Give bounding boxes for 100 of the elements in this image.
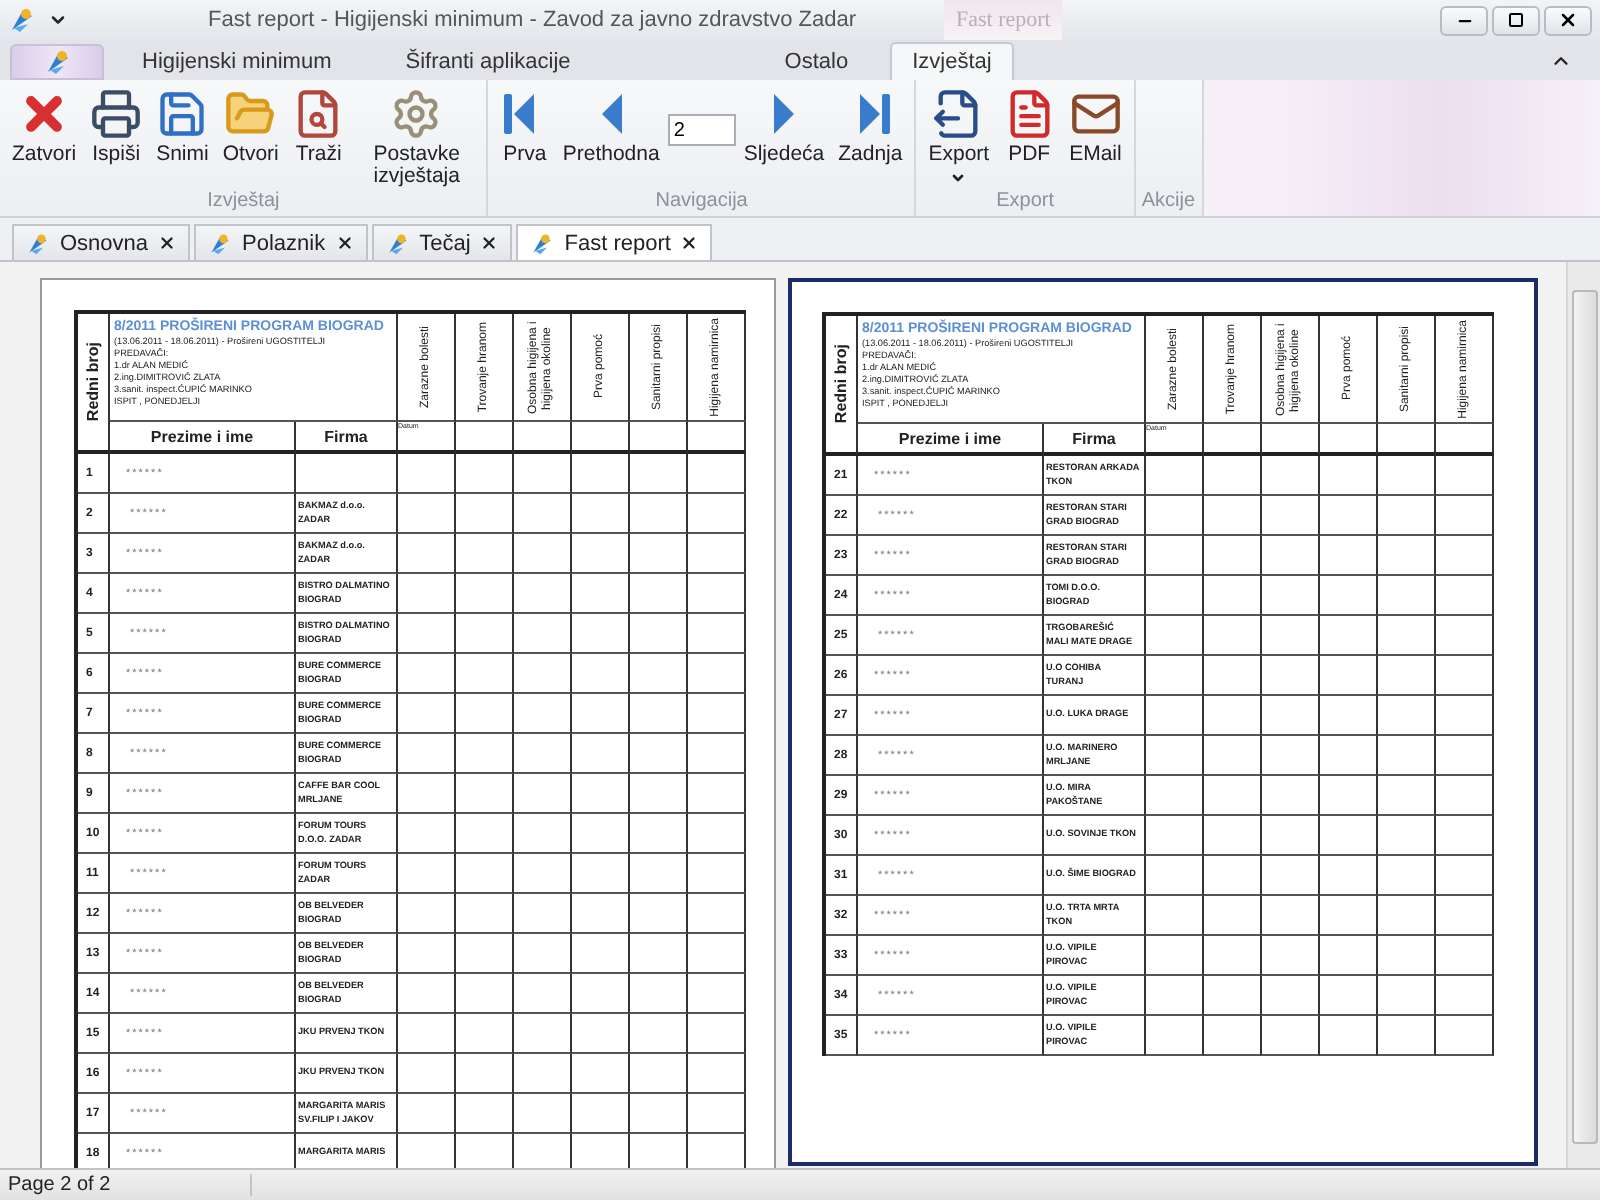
close-button[interactable]	[1544, 5, 1592, 35]
tab-close-icon[interactable]	[158, 234, 177, 252]
table-cell	[1436, 816, 1494, 856]
table-cell	[1378, 896, 1436, 936]
table-cell	[630, 1094, 688, 1134]
table-cell	[1378, 736, 1436, 776]
column-header: Prezime i ime	[110, 422, 296, 454]
table-cell	[514, 1054, 572, 1094]
table-cell	[630, 814, 688, 854]
table-cell	[630, 934, 688, 974]
vertical-scrollbar[interactable]	[1566, 262, 1600, 1168]
table-cell	[1320, 776, 1378, 816]
page-number-field[interactable]: 2	[667, 114, 736, 146]
table-cell	[572, 654, 630, 694]
column-header: Prezime i ime	[858, 424, 1044, 456]
ribbon-tab[interactable]: Izvještaj	[890, 42, 1014, 80]
previous-button[interactable]: Prethodna	[556, 88, 666, 166]
table-cell	[456, 774, 514, 814]
app-logo-icon	[8, 6, 36, 34]
table-cell	[630, 454, 688, 494]
export-button[interactable]: Export	[922, 88, 996, 186]
tab-close-icon[interactable]	[335, 234, 354, 252]
window-title: Fast report - Higijenski minimum - Zavod za javno zdravstvo Zadar	[208, 8, 856, 32]
ribbon-tab[interactable]: Higijenski minimum	[120, 42, 354, 80]
table-cell	[1320, 976, 1378, 1016]
tab-logo-icon	[208, 231, 233, 255]
table-cell	[456, 574, 514, 614]
table-cell	[1436, 536, 1494, 576]
tab-close-icon[interactable]	[480, 234, 499, 252]
table-cell	[456, 694, 514, 734]
table-cell	[456, 494, 514, 534]
table-cell	[630, 854, 688, 894]
document-tab[interactable]: Tečaj	[371, 224, 513, 260]
page-status: Page 2 of 2	[0, 1174, 253, 1196]
table-cell	[456, 814, 514, 854]
table-cell	[572, 534, 630, 574]
table-cell	[688, 494, 746, 534]
table-cell	[456, 1054, 514, 1094]
table-cell	[514, 494, 572, 534]
table-cell	[1204, 536, 1262, 576]
document-tab[interactable]: Polaznik	[194, 224, 368, 260]
table-cell	[688, 1014, 746, 1054]
table-cell	[630, 694, 688, 734]
table-cell	[1204, 896, 1262, 936]
table-cell	[1378, 656, 1436, 696]
document-tab[interactable]: Fast report	[516, 224, 713, 260]
table-cell	[1204, 616, 1262, 656]
ribbon-tab[interactable]: Šifranti aplikacije	[383, 42, 593, 80]
save-button[interactable]: Snimi	[150, 88, 215, 166]
find-button[interactable]: Traži	[286, 88, 351, 166]
email-button[interactable]: EMail	[1063, 88, 1128, 166]
ribbon-tab[interactable]: Ostalo	[762, 42, 871, 80]
scrollbar-thumb[interactable]	[1571, 290, 1597, 1144]
last-button[interactable]: Zadnja	[832, 88, 909, 166]
table-cell	[1378, 536, 1436, 576]
column-header: Firma	[296, 422, 398, 454]
group-label: Navigacija	[653, 190, 750, 216]
table-cell	[1204, 576, 1262, 616]
settings-button[interactable]: Postavke izvještaja	[352, 88, 481, 188]
print-button[interactable]: Ispiši	[84, 88, 149, 166]
open-button[interactable]: Otvori	[216, 88, 285, 166]
table-cell	[1378, 576, 1436, 616]
first-button[interactable]: Prva	[494, 88, 555, 166]
table-cell	[572, 734, 630, 774]
table-cell	[630, 1054, 688, 1094]
table-cell	[456, 934, 514, 974]
table-cell	[514, 734, 572, 774]
table-cell	[1262, 776, 1320, 816]
table-cell	[1204, 1016, 1262, 1056]
table-cell	[572, 454, 630, 494]
table-cell	[1436, 936, 1494, 976]
table-cell	[572, 574, 630, 614]
table-cell	[514, 574, 572, 614]
table-cell	[688, 734, 746, 774]
tab-close-icon[interactable]	[680, 234, 699, 252]
tab-logo-icon	[26, 231, 50, 255]
document-tab[interactable]: Osnovna	[12, 224, 191, 260]
table-cell	[1436, 976, 1494, 1016]
next-button[interactable]: Sljedeća	[737, 88, 831, 166]
table-cell	[1436, 896, 1494, 936]
table-cell	[630, 894, 688, 934]
maximize-button[interactable]	[1492, 5, 1540, 35]
close-button[interactable]: Zatvori	[6, 88, 83, 166]
table-cell	[1436, 496, 1494, 536]
close-icon	[1558, 10, 1578, 30]
table-cell	[1320, 736, 1378, 776]
table-cell	[1436, 696, 1494, 736]
table-cell	[688, 774, 746, 814]
table-cell	[1262, 896, 1320, 936]
table-cell	[1320, 656, 1378, 696]
table-cell	[456, 534, 514, 574]
table-cell	[572, 694, 630, 734]
table-cell	[1320, 456, 1378, 496]
table-cell	[1378, 976, 1436, 1016]
table-cell	[514, 934, 572, 974]
table-cell	[1320, 896, 1378, 936]
pdf-button[interactable]: PDF	[997, 88, 1062, 166]
quick-access-menu-icon[interactable]	[48, 10, 68, 30]
table-cell	[1262, 696, 1320, 736]
tab-logo-icon	[385, 231, 410, 255]
